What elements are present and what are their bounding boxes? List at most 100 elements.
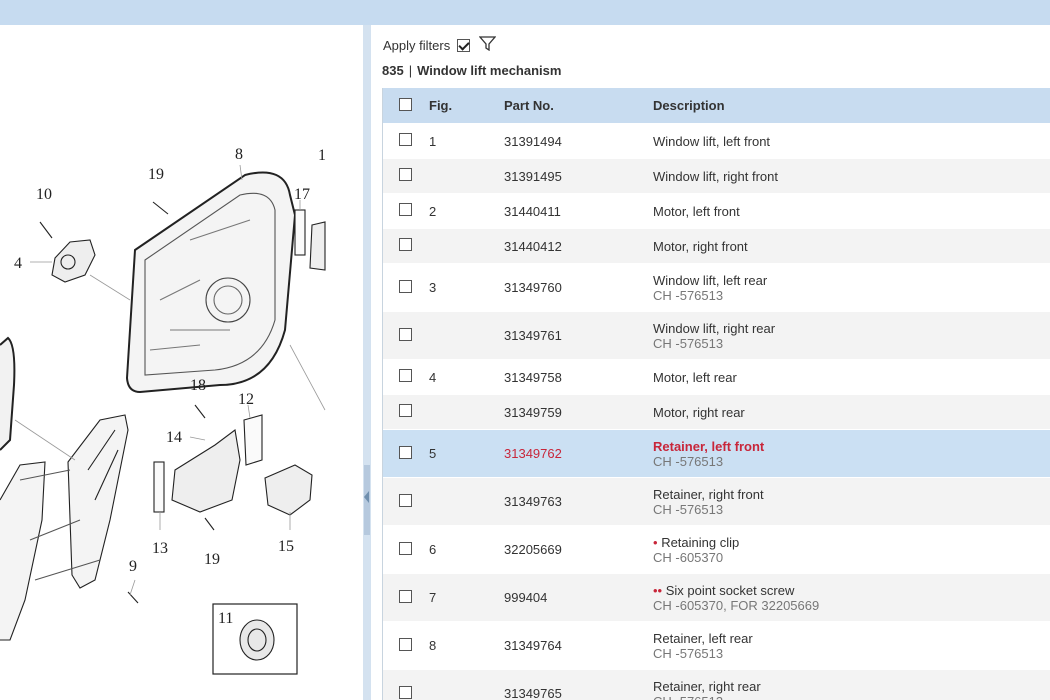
- callout-19b: 19: [204, 551, 220, 568]
- apply-filters-checkbox[interactable]: [457, 38, 471, 52]
- header-description[interactable]: Description: [653, 98, 1050, 113]
- description-cell: •• Six point socket screw CH -605370, FOR…: [653, 583, 1050, 613]
- description-main: Motor, right front: [653, 239, 1050, 254]
- description-main: Window lift, right rear: [653, 321, 1050, 336]
- description-cell: Window lift, right front: [653, 169, 1050, 184]
- table-row[interactable]: 5 31349762 Retainer, left front CH -576513: [383, 429, 1050, 477]
- description-subtext: CH -576513: [653, 453, 724, 469]
- description-cell: Motor, right rear: [653, 405, 1050, 420]
- row-checkbox[interactable]: [399, 589, 412, 603]
- part-number-cell[interactable]: 32205669: [504, 542, 653, 557]
- description-text: Window lift, left front: [653, 133, 771, 149]
- header-part-no[interactable]: Part No.: [504, 98, 653, 113]
- description-main: Window lift, right front: [653, 169, 1050, 184]
- row-checkbox[interactable]: [399, 279, 412, 293]
- pane-splitter[interactable]: [363, 25, 371, 700]
- row-checkbox[interactable]: [399, 541, 412, 555]
- select-all-checkbox[interactable]: [399, 97, 412, 111]
- part-number-cell[interactable]: 31391495: [504, 169, 653, 184]
- row-checkbox[interactable]: [399, 637, 412, 651]
- description-main: Retainer, left front: [653, 439, 1050, 454]
- table-row[interactable]: 31391495 Window lift, right front: [383, 158, 1050, 193]
- part-number-cell[interactable]: 31391494: [504, 134, 653, 149]
- section-number: 835: [382, 63, 404, 78]
- description-text: Motor, left front: [653, 203, 740, 219]
- description-cell: Motor, left front: [653, 204, 1050, 219]
- fig-cell: 3: [429, 280, 437, 295]
- callout-11: 11: [218, 610, 233, 627]
- description-subtext: CH -576513: [653, 335, 724, 351]
- table-row[interactable]: 2 31440411 Motor, left front: [383, 193, 1050, 228]
- table-row[interactable]: 31349765Retainer, right rearCH -576513: [383, 669, 1050, 700]
- row-checkbox[interactable]: [399, 404, 412, 417]
- section-name: Window lift mechanism: [417, 63, 562, 78]
- table-row[interactable]: 3 31349760 Window lift, left rear CH -57651…: [383, 263, 1050, 311]
- table-row[interactable]: 1 31391494 Window lift, left front: [383, 123, 1050, 158]
- apply-filters-label: Apply filters: [383, 37, 451, 53]
- fig-cell: 4: [429, 369, 437, 385]
- table-row[interactable]: 6 32205669 • Retaining clip CH -605370: [383, 525, 1050, 573]
- description-cell: Motor, left rear: [653, 370, 1050, 385]
- row-checkbox[interactable]: [399, 238, 412, 251]
- fig-cell: 8: [429, 638, 437, 653]
- description-cell: Retainer, right rearCH -576513: [653, 679, 1050, 700]
- description-main: • Retaining clip: [653, 535, 1050, 550]
- callout-9: 9: [129, 558, 137, 575]
- description-text: Window lift, right rear: [653, 320, 776, 336]
- description-main: Window lift, left rear: [653, 273, 1050, 288]
- callout-12: 12: [238, 391, 254, 408]
- table-row[interactable]: 7 999404 •• Six point socket screw CH -6053…: [383, 573, 1050, 621]
- table-row[interactable]: 31440412 Motor, right front: [383, 228, 1050, 263]
- description-cell: Window lift, left front: [653, 134, 1050, 149]
- row-checkbox[interactable]: [399, 327, 412, 341]
- part-number-cell[interactable]: 31349760: [504, 280, 653, 295]
- part-number-cell[interactable]: 31440411: [504, 204, 653, 219]
- description-text: Motor, left rear: [653, 369, 737, 385]
- table-row[interactable]: 8 31349764 Retainer, left rear CH -576513: [383, 621, 1050, 669]
- description-main: Motor, right rear: [653, 405, 1050, 420]
- row-checkbox[interactable]: [399, 203, 412, 216]
- callout-18: 18: [190, 377, 206, 394]
- description-main: Motor, left front: [653, 204, 1050, 219]
- filter-funnel-icon[interactable]: [478, 36, 497, 54]
- collapse-arrow-icon[interactable]: [364, 491, 369, 503]
- description-subtext: CH -576513: [653, 694, 1050, 700]
- table-header: Fig. Part No. Description: [383, 88, 1050, 123]
- row-checkbox[interactable]: [399, 369, 412, 382]
- bullet-marker: •: [653, 534, 658, 550]
- part-number-cell[interactable]: 31440412: [504, 239, 653, 254]
- row-checkbox[interactable]: [399, 445, 412, 459]
- fig-cell: 6: [429, 542, 437, 557]
- table-row[interactable]: 4 31349758 Motor, left rear: [383, 359, 1050, 394]
- description-text: Retaining clip: [661, 534, 740, 550]
- callout-19a: 19: [148, 166, 164, 183]
- row-checkbox[interactable]: [399, 133, 412, 146]
- description-text: Retainer, right front: [653, 486, 764, 502]
- row-checkbox[interactable]: [399, 685, 412, 699]
- part-number-cell[interactable]: 999404: [504, 590, 653, 605]
- description-text: Retainer, left rear: [653, 630, 753, 646]
- part-number-cell[interactable]: 31349759: [504, 405, 653, 420]
- callout-1: 1: [318, 147, 326, 164]
- top-bar: [0, 0, 1050, 25]
- description-text: Window lift, left rear: [653, 272, 768, 288]
- part-number-cell[interactable]: 31349761: [504, 328, 653, 343]
- part-number-cell[interactable]: 31349765: [504, 686, 653, 700]
- description-text: Window lift, right front: [653, 168, 778, 184]
- table-row[interactable]: 31349759 Motor, right rear: [383, 394, 1050, 429]
- table-row[interactable]: 31349761 Window lift, right rear CH -57651…: [383, 311, 1050, 359]
- table-row[interactable]: 31349763 Retainer, right front CH -576513: [383, 477, 1050, 525]
- row-checkbox[interactable]: [399, 168, 412, 181]
- description-main: Retainer, right front: [653, 487, 1050, 502]
- description-text: Motor, right front: [653, 238, 748, 254]
- part-number-cell[interactable]: 31349764: [504, 638, 653, 653]
- exploded-diagram-pane[interactable]: 10 19 8 1 17 4 18 12 14 13 19 15 9 11: [0, 25, 363, 700]
- description-cell: • Retaining clip CH -605370: [653, 535, 1050, 565]
- header-fig[interactable]: Fig.: [429, 98, 504, 113]
- row-checkbox[interactable]: [399, 493, 412, 507]
- part-number-cell[interactable]: 31349763: [504, 494, 653, 509]
- description-subtext: CH -605370: [653, 549, 724, 565]
- part-number-cell[interactable]: 31349762: [504, 446, 653, 461]
- part-number-cell[interactable]: 31349758: [504, 370, 653, 385]
- exploded-parts-diagram[interactable]: 10 19 8 1 17 4 18 12 14 13 19 15 9 11: [0, 25, 363, 700]
